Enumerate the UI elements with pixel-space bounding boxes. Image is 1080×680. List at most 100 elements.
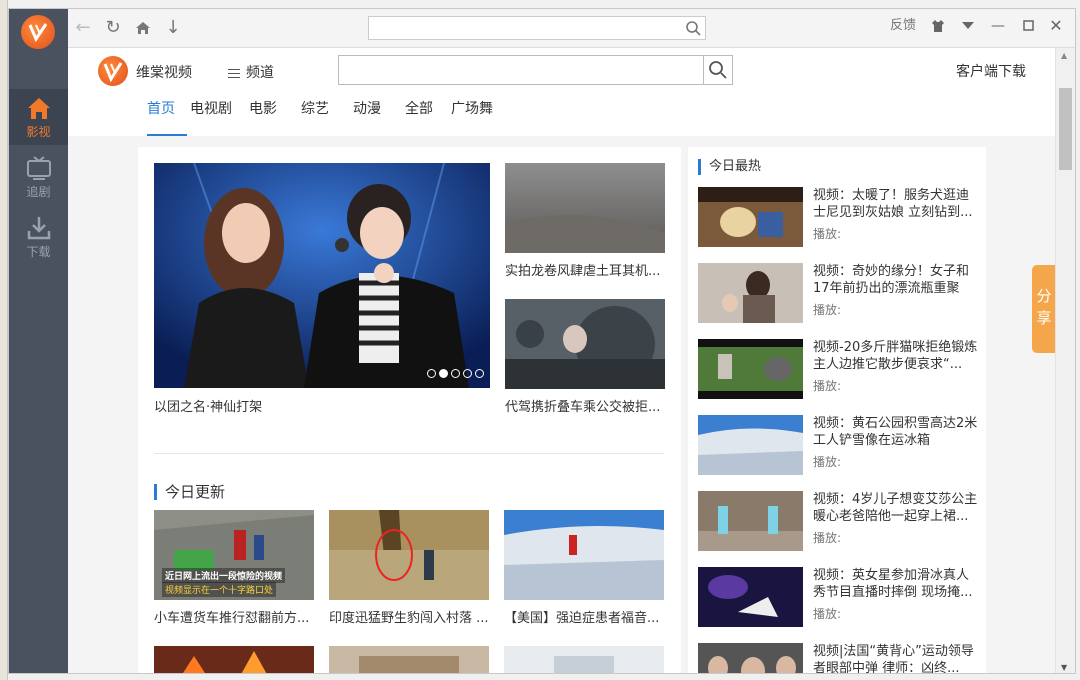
site-search-input[interactable] [338,55,733,85]
site-search-button[interactable] [703,56,732,84]
video-thumbnail[interactable] [505,299,665,389]
video-thumbnail[interactable] [504,646,664,673]
slide-indicator [424,367,484,382]
hot-item-title[interactable]: 视频：黄石公园积雪高达2米 工人铲雪像在运冰箱 [813,415,981,449]
hot-item-title[interactable]: 视频：太暖了！服务犬逛迪士尼见到灰姑娘 立刻钻到... [813,187,981,221]
site-header: 维棠视频 频道 客户端下载 首页 电视剧 电影 综艺 动漫 全部 广场舞 [68,48,1056,136]
video-thumbnail[interactable] [329,510,489,600]
hero-slide-image[interactable] [154,163,490,388]
close-icon[interactable]: ✕ [1046,15,1066,37]
toolbar: ← ↻ ↓ 反馈 — ✕ [68,9,1075,48]
scrollbar-thumb[interactable] [1059,88,1072,170]
skin-shirt-icon[interactable] [928,15,948,37]
sidebar-item-movies[interactable]: 影视 [9,89,68,145]
video-thumbnail[interactable] [154,646,314,673]
share-button[interactable]: 分享 [1032,265,1056,353]
hero-caption[interactable]: 以团之名·神仙打架 [154,396,484,415]
scroll-up-icon[interactable]: ▲ [1061,51,1067,60]
slide-dot-active[interactable] [439,369,448,378]
tab-tv-series[interactable]: 电视剧 [190,98,232,136]
play-count: 播放: [813,455,842,469]
main-panel: 以团之名·神仙打架 实拍龙卷风肆虐土耳其机... 代驾携折叠车乘公交被拒... … [138,147,681,673]
address-input[interactable] [368,16,706,40]
slide-dot[interactable] [427,369,436,378]
maximize-icon[interactable] [1018,15,1038,37]
video-caption[interactable]: 印度迅猛野生豹闯入村落 ... [329,607,489,626]
overlay-text: 视频显示在一个十字路口处 [162,582,277,597]
slide-dot[interactable] [463,369,472,378]
video-thumbnail[interactable] [698,491,803,551]
video-caption[interactable]: 【美国】强迫症患者福音... [504,607,664,626]
video-thumbnail[interactable] [504,510,664,600]
hot-item-title[interactable]: 视频|法国“黄背心”运动领导者眼部中弹 律师：凶终... [813,643,981,673]
video-thumbnail[interactable] [698,643,803,673]
web-content: 维棠视频 频道 客户端下载 首页 电视剧 电影 综艺 动漫 全部 广场舞 以团之… [68,48,1056,673]
video-thumbnail[interactable] [698,567,803,627]
app-window: 影视 追剧 下载 ← ↻ ↓ 反馈 — ✕ 维棠视频 频道 客户端下载 首页 电… [8,8,1076,674]
video-caption[interactable]: 实拍龙卷风肆虐土耳其机... [505,260,665,279]
feedback-link[interactable]: 反馈 [888,15,918,37]
tab-all[interactable]: 全部 [405,98,433,136]
desktop-edge [0,0,8,680]
menu-dropdown-icon[interactable] [958,15,978,37]
section-title-today-hot: 今日最热 [698,159,761,175]
tab-movies[interactable]: 电影 [249,98,277,136]
hot-list-item[interactable]: 视频：4岁儿子想变艾莎公主 暖心老爸陪他一起穿上裙... 播放: [698,491,983,553]
hot-item-title[interactable]: 视频：奇妙的缘分！女子和17年前扔出的漂流瓶重聚 [813,263,981,297]
tab-home[interactable]: 首页 [147,98,187,136]
hot-list-item[interactable]: 视频-20多斤胖猫咪拒绝锻炼 主人边推它散步便哀求“... 播放: [698,339,983,401]
search-icon [709,61,727,79]
hot-list-item[interactable]: 视频：英女星参加滑冰真人秀节目直播时摔倒 现场掩... 播放: [698,567,983,629]
sidebar-item-series[interactable]: 追剧 [9,149,68,205]
play-count: 播放: [813,303,842,317]
video-thumbnail[interactable] [698,263,803,323]
section-divider [154,453,664,454]
video-thumbnail[interactable] [329,646,489,673]
hot-item-title[interactable]: 视频：英女星参加滑冰真人秀节目直播时摔倒 现场掩... [813,567,981,601]
video-caption[interactable]: 小车遭货车推行怼翻前方... [154,607,314,626]
tab-variety[interactable]: 综艺 [301,98,329,136]
channel-menu-button[interactable]: 频道 [228,62,274,82]
video-thumbnail[interactable] [698,339,803,399]
download-arrow-icon[interactable]: ↓ [162,17,184,39]
sidebar-item-label: 影视 [26,125,51,139]
play-count: 播放: [813,607,842,621]
vertical-scrollbar[interactable]: ▲ ▼ [1055,48,1075,673]
slide-dot[interactable] [475,369,484,378]
video-thumbnail[interactable]: 近日网上流出一段惊险的视频 视频显示在一个十字路口处 [154,510,314,600]
hamburger-icon [228,66,240,81]
back-arrow-icon[interactable]: ← [72,17,94,39]
hot-list-item[interactable]: 视频|法国“黄背心”运动领导者眼部中弹 律师：凶终... [698,643,983,673]
minimize-icon[interactable]: — [988,15,1008,37]
hot-list-item[interactable]: 视频：太暖了！服务犬逛迪士尼见到灰姑娘 立刻钻到... 播放: [698,187,983,249]
sidebar-item-label: 追剧 [26,185,51,199]
download-icon [27,217,50,240]
home-nav-icon[interactable] [132,17,154,39]
video-thumbnail[interactable] [698,415,803,475]
channel-label: 频道 [246,65,274,81]
hot-item-title[interactable]: 视频-20多斤胖猫咪拒绝锻炼 主人边推它散步便哀求“... [813,339,981,373]
video-thumbnail[interactable] [698,187,803,247]
sidebar-item-label: 下载 [26,245,51,259]
refresh-icon[interactable]: ↻ [102,17,124,39]
video-thumbnail[interactable] [505,163,665,253]
sidebar-item-downloads[interactable]: 下载 [9,209,68,265]
site-name[interactable]: 维棠视频 [136,62,192,82]
play-count: 播放: [813,379,842,393]
search-icon[interactable] [685,20,701,36]
slide-dot[interactable] [451,369,460,378]
home-icon [27,98,50,119]
play-count: 播放: [813,531,842,545]
video-caption[interactable]: 代驾携折叠车乘公交被拒... [505,396,665,415]
scroll-down-icon[interactable]: ▼ [1061,663,1067,672]
tab-anime[interactable]: 动漫 [353,98,381,136]
tab-square-dance[interactable]: 广场舞 [451,98,493,136]
app-logo-icon [21,15,55,49]
client-download-link[interactable]: 客户端下载 [956,61,1026,81]
hot-list-item[interactable]: 视频：奇妙的缘分！女子和17年前扔出的漂流瓶重聚 播放: [698,263,983,325]
hot-list-item[interactable]: 视频：黄石公园积雪高达2米 工人铲雪像在运冰箱 播放: [698,415,983,477]
section-title-today-update: 今日更新 [154,484,225,500]
site-logo-icon[interactable] [98,56,128,86]
hot-item-title[interactable]: 视频：4岁儿子想变艾莎公主 暖心老爸陪他一起穿上裙... [813,491,981,525]
hot-list-panel: 今日最热 视频：太暖了！服务犬逛迪士尼见到灰姑娘 立刻钻到... 播放: 视频：… [688,147,986,673]
